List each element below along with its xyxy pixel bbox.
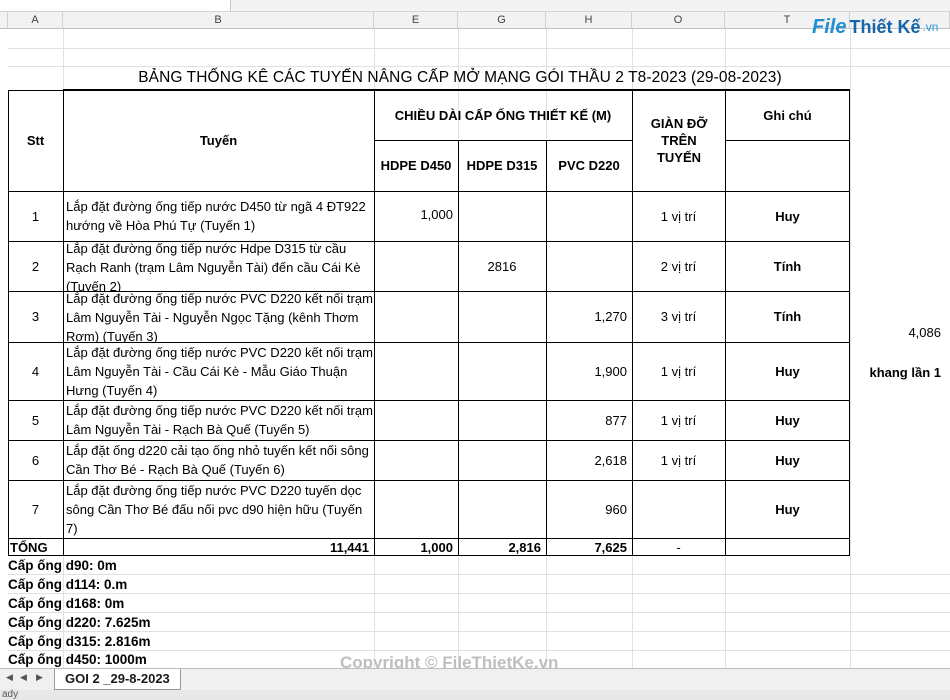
row2-desc[interactable]: Lắp đặt đường ống tiếp nước Hdpe D315 từ… [63,239,376,291]
row3-note[interactable]: Tính [725,291,850,342]
row2-gian[interactable]: 2 vị trí [632,241,725,291]
sheet-title[interactable]: BẢNG THỐNG KÊ CÁC TUYẾN NÂNG CẤP MỞ MẠNG… [70,69,850,87]
column-header-a[interactable]: A [8,12,63,29]
site-logo: File Thiết Kế .vn [812,12,938,42]
row6-stt[interactable]: 6 [8,440,63,480]
total-d220[interactable]: 7,625 [546,538,632,556]
row4-stt[interactable]: 4 [8,342,63,400]
total-d450[interactable]: 1,000 [374,538,458,556]
header-stt[interactable]: Stt [8,90,63,191]
row1-note[interactable]: Huy [725,191,850,241]
gridline [8,593,950,594]
row2-stt[interactable]: 2 [8,241,63,291]
header-hdpe-d450[interactable]: HDPE D450 [374,140,458,191]
row7-desc[interactable]: Lắp đặt đường ống tiếp nước PVC D220 tuy… [63,481,376,538]
row7-note[interactable]: Huy [725,480,850,538]
total-gian[interactable]: - [632,538,725,556]
sheet-tab-bar: ◀ ◀ ▶ GOI 2 _29-8-2023 [0,668,950,690]
row7-d220[interactable]: 960 [546,480,632,538]
row2-note[interactable]: Tính [725,241,850,291]
row5-d220[interactable]: 877 [546,400,632,440]
column-header-h[interactable]: H [546,12,632,29]
logo-thietke: Thiết Kế [849,16,921,37]
prev-sheet-icon[interactable]: ◀ [20,672,27,683]
extra-value[interactable]: 4,086 [850,322,946,342]
row5-note[interactable]: Huy [725,400,850,440]
row5-gian[interactable]: 1 vị trí [632,400,725,440]
row1-stt[interactable]: 1 [8,191,63,241]
row4-gian[interactable]: 1 vị trí [632,342,725,400]
row7-stt[interactable]: 7 [8,480,63,538]
header-ghi-chu[interactable]: Ghi chú [725,90,850,140]
header-chieu-dai[interactable]: CHIỀU DÀI CẤP ỐNG THIẾT KẾ (M) [374,90,632,140]
header-gian-do[interactable]: GIÀN ĐỠ TRÊN TUYẾN [640,110,718,170]
total-d315[interactable]: 2,816 [458,538,546,556]
logo-file: File [812,15,847,38]
total-sum[interactable]: 11,441 [63,538,374,556]
row6-desc[interactable]: Lắp đặt ống d220 cải tạo ống nhỏ tuyến k… [63,441,376,480]
formula-bar [0,0,950,12]
column-header-g[interactable]: G [458,12,546,29]
header-tuyen[interactable]: Tuyến [63,90,374,191]
select-all-corner[interactable] [0,12,8,29]
status-text: ady [2,689,19,700]
logo-vn: .vn [922,20,939,34]
row1-gian[interactable]: 1 vị trí [632,191,725,241]
column-header-o[interactable]: O [632,12,725,29]
row4-d220[interactable]: 1,900 [546,342,632,400]
header-pvc-d220[interactable]: PVC D220 [546,140,632,191]
note-d315[interactable]: Cấp ống d315: 2.816m [8,632,151,651]
border [725,140,850,141]
row4-note[interactable]: Huy [725,342,850,400]
row7-gian[interactable] [632,480,725,538]
gridline [8,66,950,67]
row5-desc[interactable]: Lắp đặt đường ống tiếp nước PVC D220 kết… [63,401,376,440]
border [458,140,459,556]
row6-gian[interactable]: 1 vị trí [632,440,725,480]
row1-desc[interactable]: Lắp đặt đường ống tiếp nước D450 từ ngã … [63,197,376,239]
row6-note[interactable]: Huy [725,440,850,480]
note-d168[interactable]: Cấp ống d168: 0m [8,594,124,613]
name-box[interactable] [0,0,231,11]
column-header-e[interactable]: E [374,12,458,29]
row3-stt[interactable]: 3 [8,291,63,342]
note-d114[interactable]: Cấp ống d114: 0.m [8,575,127,594]
note-d450[interactable]: Cấp ống d450: 1000m [8,650,147,668]
note-d90[interactable]: Cấp ống d90: 0m [8,556,117,575]
row3-d220[interactable]: 1,270 [546,291,632,342]
gridline [8,574,950,575]
note-d220[interactable]: Cấp ống d220: 7.625m [8,613,151,632]
row2-d315[interactable]: 2816 [458,241,546,291]
gridline [850,29,851,669]
row1-d450[interactable]: 1,000 [374,191,458,241]
next-sheet-icon[interactable]: ▶ [36,672,43,683]
header-hdpe-d315[interactable]: HDPE D315 [458,140,546,191]
status-bar: ady [0,690,950,700]
extra-text[interactable]: khang lần 1 [850,362,946,382]
sheet-tab-goi2[interactable]: GOI 2 _29-8-2023 [54,669,181,690]
row3-gian[interactable]: 3 vị trí [632,291,725,342]
row4-desc[interactable]: Lắp đặt đường ống tiếp nước PVC D220 kết… [63,343,376,400]
row5-stt[interactable]: 5 [8,400,63,440]
row6-d220[interactable]: 2,618 [546,440,632,480]
first-sheet-icon[interactable]: ◀ [6,672,13,683]
row3-desc[interactable]: Lắp đặt đường ống tiếp nước PVC D220 kết… [63,289,376,342]
column-header-b[interactable]: B [63,12,374,29]
gridline [8,48,950,49]
